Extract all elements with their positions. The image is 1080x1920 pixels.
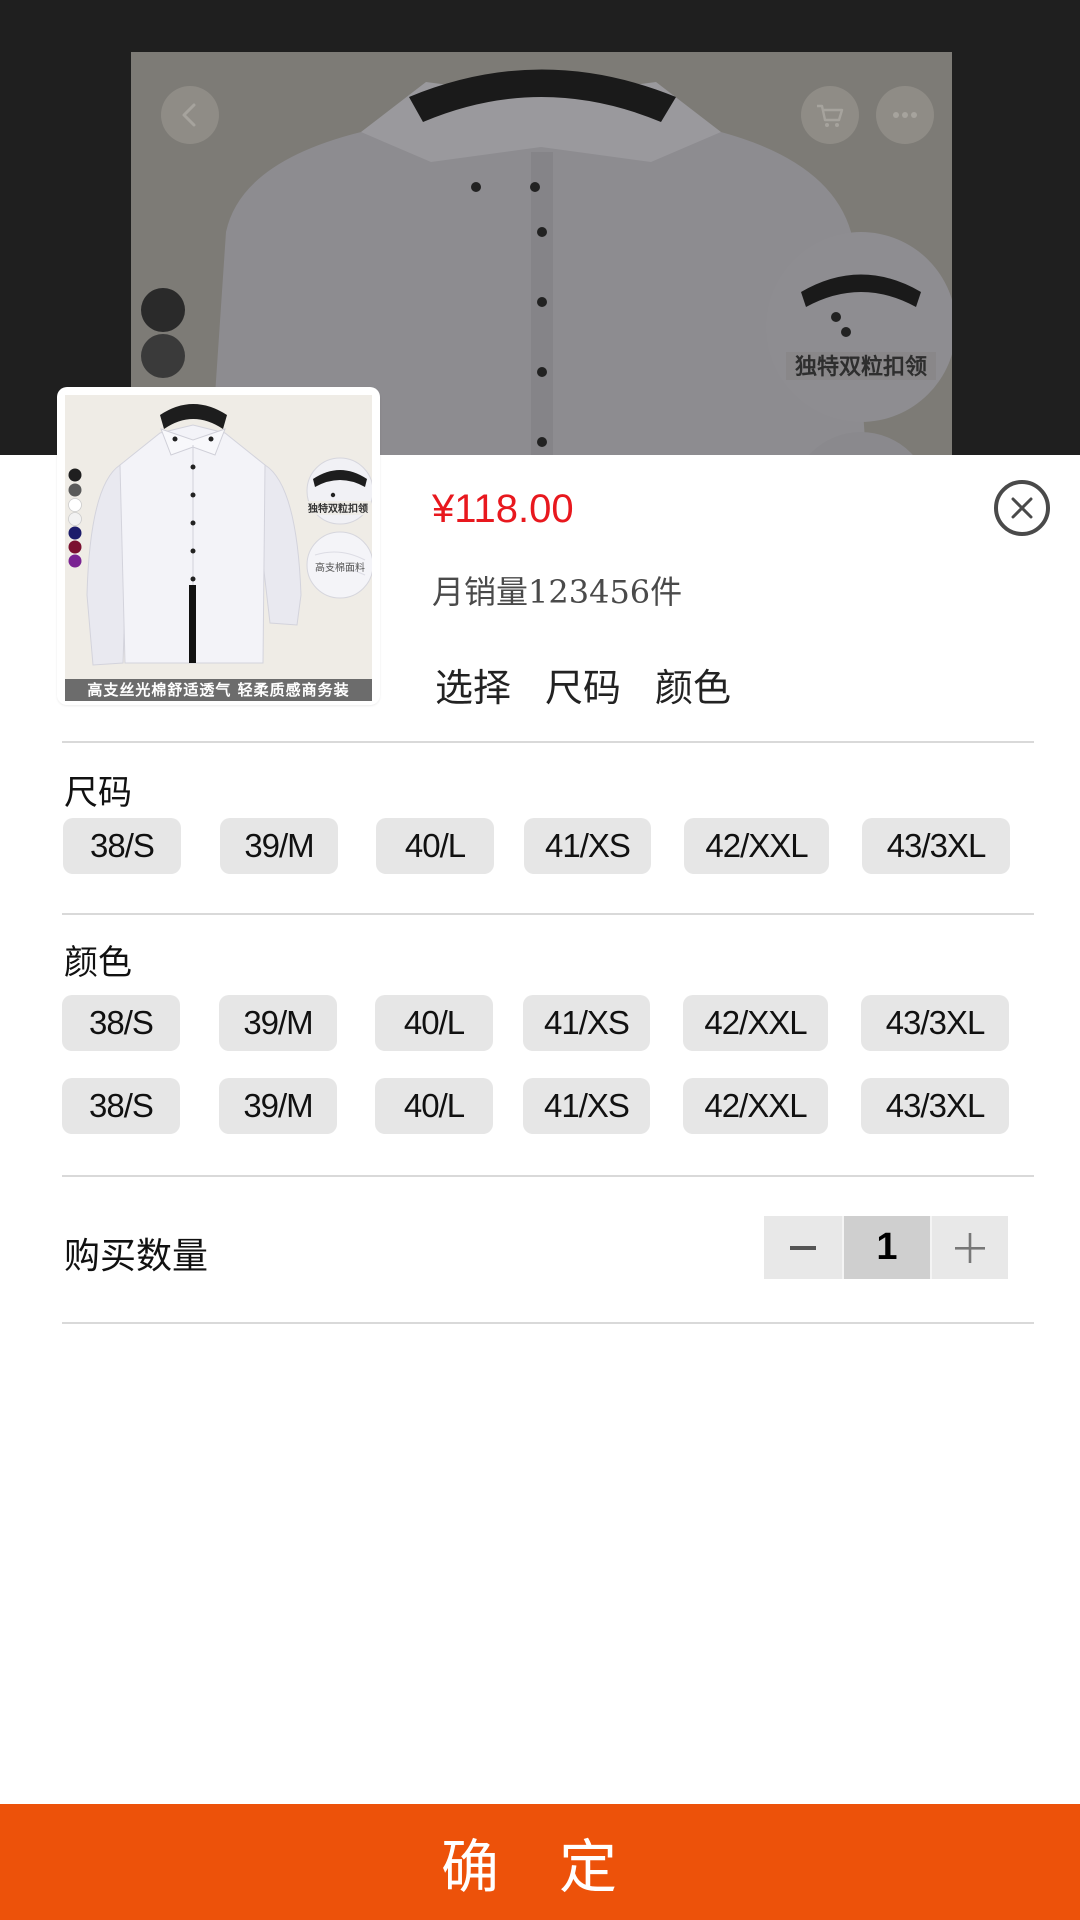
size-option[interactable]: 43/3XL (862, 818, 1010, 874)
minus-icon (790, 1245, 816, 1250)
selection-size: 尺码 (545, 668, 622, 710)
product-thumbnail-image: 独特双粒扣领 高支棉面料 (65, 395, 372, 701)
color-option[interactable]: 42/XXL (683, 995, 828, 1051)
product-price: ¥118.00 (432, 487, 574, 531)
plus-icon (955, 1232, 985, 1263)
size-option[interactable]: 40/L (376, 818, 494, 874)
confirm-button[interactable]: 确 定 (0, 1804, 1080, 1920)
color-option[interactable]: 38/S (62, 995, 180, 1051)
quantity-stepper: 1 (764, 1216, 1008, 1279)
selection-summary: 选择 尺码 颜色 (435, 657, 731, 712)
color-option[interactable]: 40/L (375, 995, 493, 1051)
color-option[interactable]: 39/M (219, 995, 337, 1051)
divider (62, 1175, 1034, 1177)
color-option[interactable]: 40/L (375, 1078, 493, 1134)
close-button[interactable] (994, 480, 1050, 536)
color-option[interactable]: 43/3XL (861, 995, 1009, 1051)
divider (62, 741, 1034, 743)
monthly-sales: 月销量123456件 (432, 573, 683, 611)
background-swatch-dot (141, 288, 185, 332)
divider (62, 913, 1034, 915)
cart-button[interactable] (801, 86, 859, 144)
selection-prefix: 选择 (435, 668, 512, 710)
color-option[interactable]: 41/XS (523, 995, 650, 1051)
color-option[interactable]: 43/3XL (861, 1078, 1009, 1134)
quantity-decrease-button[interactable] (764, 1216, 842, 1279)
quantity-increase-button[interactable] (932, 1216, 1008, 1279)
divider (62, 1322, 1034, 1324)
thumbnail-badge-bottom: 高支棉面料 (315, 561, 365, 574)
cart-icon (817, 104, 844, 127)
selection-color: 颜色 (655, 668, 732, 710)
color-option[interactable]: 39/M (219, 1078, 337, 1134)
product-thumbnail: 独特双粒扣领 高支棉面料 高支丝光棉舒适透气 轻柔质感商务装 (57, 387, 380, 705)
quantity-value[interactable]: 1 (842, 1216, 932, 1279)
thumbnail-caption: 高支丝光棉舒适透气 轻柔质感商务装 (65, 679, 372, 701)
size-section-label: 尺码 (64, 774, 132, 812)
color-option[interactable]: 41/XS (523, 1078, 650, 1134)
chevron-left-icon (182, 103, 196, 127)
thumbnail-badge-top: 独特双粒扣领 (308, 502, 368, 515)
close-icon (1011, 497, 1033, 519)
size-option[interactable]: 39/M (220, 818, 338, 874)
more-dots-icon (893, 112, 917, 118)
color-section-label: 颜色 (64, 944, 132, 982)
back-button[interactable] (161, 86, 219, 144)
size-option[interactable]: 42/XXL (684, 818, 829, 874)
size-option[interactable]: 41/XS (524, 818, 651, 874)
background-swatch-dot (141, 334, 185, 378)
color-option[interactable]: 42/XXL (683, 1078, 828, 1134)
more-button[interactable] (876, 86, 934, 144)
size-option[interactable]: 38/S (63, 818, 181, 874)
color-option[interactable]: 38/S (62, 1078, 180, 1134)
background-photo-caption: 独特双粒扣领 (795, 354, 927, 380)
quantity-label: 购买数量 (64, 1235, 209, 1276)
